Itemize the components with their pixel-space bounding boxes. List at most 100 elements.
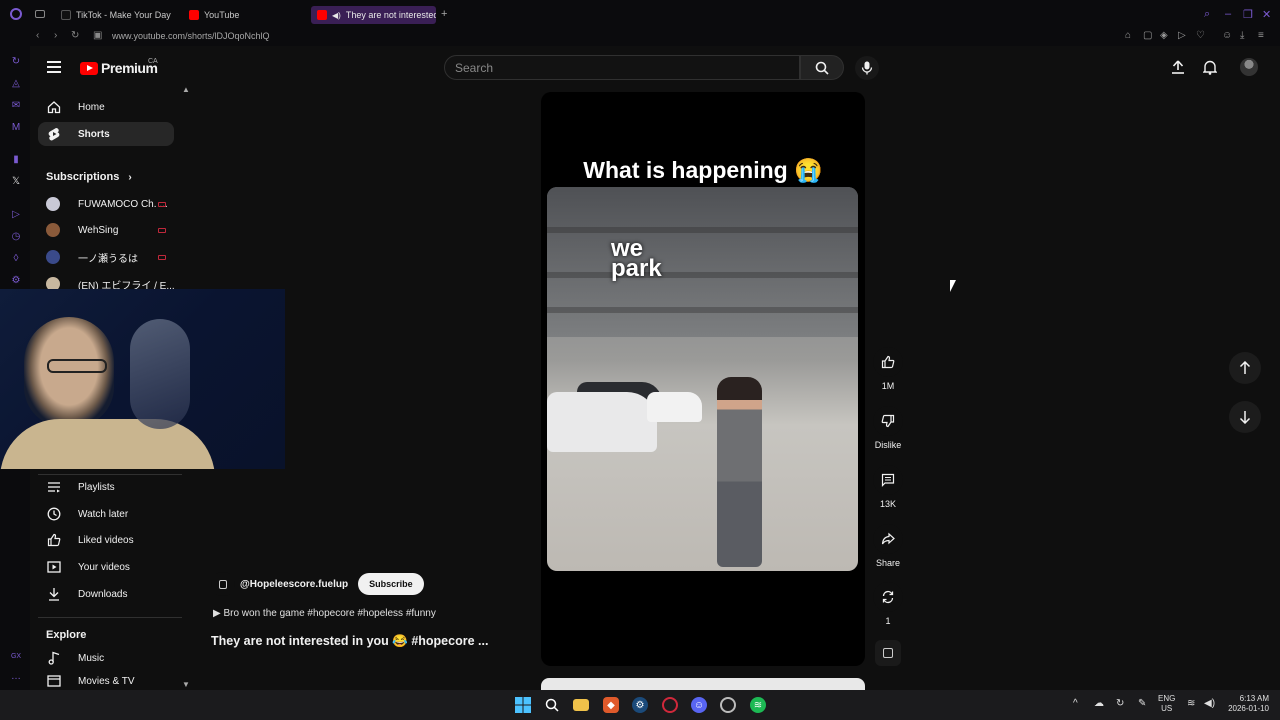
clock[interactable]: 6:13 AM 2026-01-10 (1221, 694, 1269, 714)
like-action[interactable]: 1M (872, 347, 904, 391)
menu-icon[interactable] (47, 61, 61, 73)
next-short-preview[interactable] (541, 678, 865, 690)
heart-icon[interactable]: ♡ (1196, 30, 1205, 41)
opera-logo-icon[interactable] (10, 8, 22, 20)
short-video[interactable]: we park (547, 187, 858, 571)
messenger-icon[interactable]: ✉ (10, 100, 22, 112)
x-twitter-icon[interactable]: 𝕏 (10, 176, 22, 188)
downloads-icon[interactable]: ⤓ (1240, 30, 1244, 41)
player-icon[interactable]: ▷ (10, 209, 22, 221)
tab-current-short[interactable]: ◀) They are not interested (311, 6, 436, 24)
more-icon[interactable]: … (10, 671, 22, 683)
comment-icon (881, 473, 895, 487)
remix-action[interactable]: 1 (872, 582, 904, 626)
network-icon[interactable]: ↻ (1116, 699, 1124, 709)
account-icon[interactable]: ☺ (1222, 30, 1232, 41)
maximize-button[interactable]: ❐ (1243, 8, 1253, 21)
minimize-button[interactable]: – (1225, 8, 1231, 20)
wifi-icon[interactable]: ≋ (1187, 699, 1195, 709)
notifications-button[interactable] (1202, 59, 1218, 75)
mail-icon[interactable]: M (10, 122, 22, 134)
dislike-action[interactable]: Dislike (872, 406, 904, 450)
chrome-icon[interactable] (720, 697, 736, 713)
onedrive-icon[interactable]: ☁ (1094, 699, 1104, 709)
glasses (47, 359, 107, 373)
guide-item-home[interactable]: Home (38, 95, 174, 119)
new-tab-button[interactable]: + (441, 8, 447, 20)
twitch-icon[interactable]: ▮ (10, 154, 22, 166)
url-field[interactable]: www.youtube.com/shorts/lDJOqoNchlQ (112, 31, 270, 41)
channel-avatar-icon (219, 579, 227, 589)
comments-action[interactable]: 13K (872, 465, 904, 509)
language-indicator[interactable]: ENG US (1158, 694, 1175, 714)
subscribe-button[interactable]: Subscribe (358, 573, 424, 595)
country-code: CA (148, 58, 158, 65)
pen-icon[interactable]: ✎ (1138, 699, 1146, 709)
discord-icon[interactable]: ☺ (691, 697, 707, 713)
browser-search-icon[interactable]: ⌕ (1204, 8, 1210, 21)
windows-start-icon[interactable] (515, 697, 531, 713)
clock-icon[interactable]: ◷ (10, 231, 22, 243)
pinboard-icon[interactable]: ◊ (10, 253, 22, 265)
guide-scroll-down-icon[interactable]: ▼ (182, 680, 190, 689)
share-action[interactable]: Share (872, 524, 904, 568)
share-button[interactable] (873, 524, 903, 554)
subscription-item[interactable]: 一ノ瀬うるは (46, 247, 176, 267)
bookmark-icon[interactable]: ⌂ (1125, 30, 1131, 41)
youtube-premium-logo[interactable]: Premium CA (80, 58, 158, 76)
close-window-button[interactable]: ✕ (1262, 8, 1271, 21)
shield-icon[interactable]: ◈ (1160, 30, 1168, 41)
guide-item-downloads[interactable]: Downloads (38, 582, 174, 606)
search-icon[interactable] (544, 697, 560, 713)
snapshot-icon[interactable]: ▢ (1143, 30, 1152, 41)
comments-button[interactable] (873, 465, 903, 495)
channel-avatar[interactable] (211, 572, 235, 596)
gx-icon[interactable]: GX (10, 651, 22, 663)
opera-gx-icon[interactable] (662, 697, 678, 713)
audio-playing-icon[interactable]: ◀) (332, 11, 341, 20)
tab-youtube[interactable]: YouTube (183, 6, 303, 24)
short-description[interactable]: ▶ Bro won the game #hopecore #hopeless #… (213, 608, 436, 619)
tab-tiktok[interactable]: TikTok - Make Your Day (55, 6, 175, 24)
tray-chevron-icon[interactable]: ^ (1073, 699, 1078, 709)
search-input[interactable]: Search (444, 55, 800, 80)
aria-icon[interactable]: ◬ (10, 78, 22, 90)
previous-short-button[interactable] (1229, 352, 1261, 384)
guide-scroll-up-icon[interactable]: ▲ (182, 85, 190, 94)
remix-button[interactable] (873, 582, 903, 612)
voice-search-button[interactable] (855, 56, 879, 80)
sound-source-action[interactable] (872, 640, 904, 666)
next-short-button[interactable] (1229, 401, 1261, 433)
back-icon[interactable]: ‹ (36, 30, 39, 41)
guide-item-movies-tv[interactable]: Movies & TV (38, 673, 174, 689)
tab-switcher-icon[interactable] (35, 10, 45, 18)
short-caption[interactable]: They are not interested in you 😂 #hopeco… (211, 634, 488, 649)
volume-icon[interactable]: ◀) (1204, 699, 1215, 709)
like-button[interactable] (873, 347, 903, 377)
channel-name-link[interactable]: @Hopeleescore.fuelup (240, 579, 348, 590)
forward-icon[interactable]: › (54, 30, 57, 41)
guide-item-playlists[interactable]: Playlists (38, 475, 174, 499)
guide-item-your-videos[interactable]: Your videos (38, 555, 174, 579)
steam-icon[interactable]: ⚙ (632, 697, 648, 713)
brave-icon[interactable]: ◆ (603, 697, 619, 713)
guide-item-shorts[interactable]: Shorts (38, 122, 174, 146)
subscription-item[interactable]: FUWAMOCO Ch. ... (46, 194, 176, 214)
account-avatar[interactable] (1240, 58, 1258, 76)
subscription-item[interactable]: WehSing (46, 220, 176, 240)
search-button[interactable] (800, 55, 844, 80)
sound-source-button[interactable] (875, 640, 901, 666)
settings-icon[interactable]: ⚙ (10, 275, 22, 287)
easy-setup-icon[interactable]: ≡ (1258, 30, 1264, 41)
dislike-button[interactable] (873, 406, 903, 436)
subscriptions-header[interactable]: Subscriptions › (46, 171, 132, 183)
guide-item-music[interactable]: Music (38, 646, 174, 670)
player-icon[interactable]: ▷ (1178, 30, 1186, 41)
upload-button[interactable] (1170, 59, 1186, 75)
guide-item-liked-videos[interactable]: Liked videos (38, 528, 174, 552)
guide-item-watch-later[interactable]: Watch later (38, 502, 174, 526)
spotify-icon[interactable]: ≋ (750, 697, 766, 713)
file-explorer-icon[interactable] (573, 699, 589, 711)
reload-icon[interactable]: ↻ (71, 30, 79, 41)
history-icon[interactable]: ↻ (10, 56, 22, 68)
